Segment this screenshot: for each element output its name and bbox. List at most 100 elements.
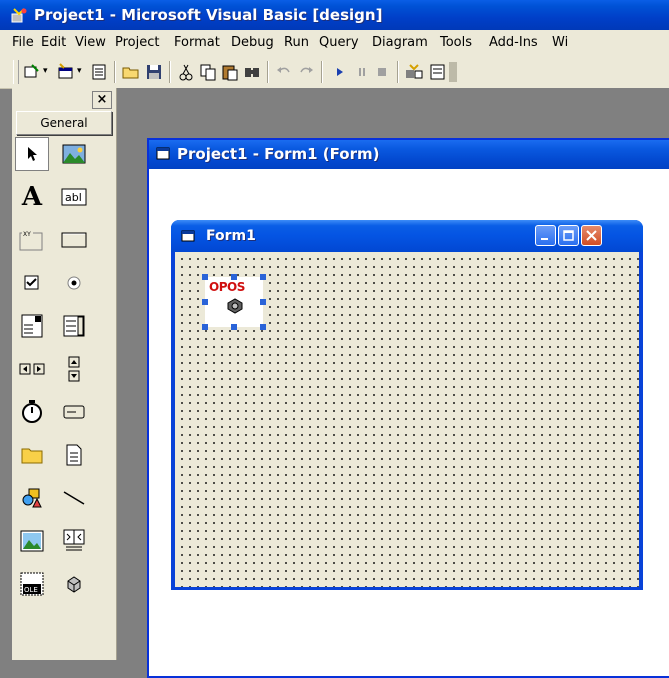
ole-icon: OLE xyxy=(20,572,44,596)
project-explorer-icon[interactable] xyxy=(404,62,424,82)
maximize-button[interactable] xyxy=(558,225,579,246)
listbox-icon xyxy=(63,315,85,337)
selection-handle[interactable] xyxy=(260,299,266,305)
tool-line[interactable] xyxy=(57,481,91,515)
menu-window[interactable]: Wi xyxy=(552,35,568,50)
line-icon xyxy=(63,491,85,505)
form1-window[interactable]: Form1 OPOS xyxy=(171,220,643,590)
add-form-dropdown-icon[interactable]: ▾ xyxy=(77,66,82,76)
form1-design-surface[interactable]: OPOS xyxy=(175,252,639,587)
selection-handle[interactable] xyxy=(260,324,266,330)
tool-data[interactable] xyxy=(57,524,91,558)
commandbutton-icon xyxy=(61,232,87,248)
form-designer-window: Project1 - Form1 (Form) Form1 OPOS xyxy=(147,138,669,678)
minimize-button[interactable] xyxy=(535,225,556,246)
pointer-icon xyxy=(28,147,37,161)
menu-run[interactable]: Run xyxy=(284,35,309,50)
shape-icon xyxy=(22,488,42,508)
form-icon xyxy=(181,230,195,242)
redo-icon[interactable] xyxy=(296,62,316,82)
selection-handle[interactable] xyxy=(231,274,237,280)
menu-file[interactable]: File xyxy=(12,35,34,50)
open-project-icon[interactable] xyxy=(121,62,141,82)
opos-logo-text: OPOS xyxy=(209,280,245,294)
tool-shape[interactable] xyxy=(15,481,49,515)
toolbox-tab-general[interactable]: General xyxy=(16,111,112,135)
tool-image[interactable] xyxy=(15,524,49,558)
copy-icon[interactable] xyxy=(198,62,218,82)
start-icon[interactable] xyxy=(330,62,350,82)
tool-custom-control[interactable] xyxy=(57,567,91,601)
svg-text:XY: XY xyxy=(23,231,31,238)
paste-icon[interactable] xyxy=(220,62,240,82)
custom-control-icon xyxy=(67,576,81,593)
selection-handle[interactable] xyxy=(202,274,208,280)
designer-title-bar[interactable]: Project1 - Form1 (Form) xyxy=(149,140,669,169)
tool-pointer[interactable] xyxy=(15,137,49,171)
designer-title: Project1 - Form1 (Form) xyxy=(177,145,380,163)
tool-dirlistbox[interactable] xyxy=(15,438,49,472)
close-button[interactable] xyxy=(581,225,602,246)
tool-picturebox[interactable] xyxy=(57,137,91,171)
selection-handle[interactable] xyxy=(202,324,208,330)
tool-textbox[interactable]: abl xyxy=(57,180,91,214)
menu-editor-icon[interactable] xyxy=(89,62,109,82)
combobox-icon xyxy=(21,314,43,338)
tool-filelistbox[interactable] xyxy=(57,438,91,472)
selection-handle[interactable] xyxy=(260,274,266,280)
toolbox-close-button[interactable]: × xyxy=(92,91,112,109)
properties-window-icon[interactable] xyxy=(428,62,448,82)
undo-icon[interactable] xyxy=(274,62,294,82)
toolbar-separator xyxy=(267,61,269,83)
timer-icon xyxy=(22,400,42,423)
vscrollbar-icon xyxy=(68,356,80,382)
menu-tools[interactable]: Tools xyxy=(440,35,472,50)
menu-debug[interactable]: Debug xyxy=(231,35,274,50)
menu-format[interactable]: Format xyxy=(174,35,220,50)
close-icon xyxy=(586,230,597,241)
end-icon[interactable] xyxy=(372,62,392,82)
add-project-dropdown-icon[interactable]: ▾ xyxy=(43,66,48,76)
break-icon[interactable] xyxy=(352,62,372,82)
tool-ole[interactable]: OLE xyxy=(15,567,49,601)
standard-toolbar: ▾ ▾ xyxy=(0,56,669,89)
tool-timer[interactable] xyxy=(15,395,49,429)
tool-hscrollbar[interactable] xyxy=(15,352,49,386)
tool-optionbutton[interactable] xyxy=(57,266,91,300)
toolbar-grip[interactable] xyxy=(13,60,19,84)
tool-drivelistbox[interactable] xyxy=(57,395,91,429)
svg-text:OLE: OLE xyxy=(24,586,38,594)
form1-title: Form1 xyxy=(206,228,256,244)
menu-diagram[interactable]: Diagram xyxy=(372,35,428,50)
form-window-icon xyxy=(156,147,170,160)
tool-vscrollbar[interactable] xyxy=(57,352,91,386)
opos-control[interactable]: OPOS xyxy=(205,277,263,327)
menu-project[interactable]: Project xyxy=(115,35,159,50)
add-project-icon[interactable] xyxy=(22,62,42,82)
menu-add-ins[interactable]: Add-Ins xyxy=(489,35,538,50)
find-icon[interactable] xyxy=(242,62,262,82)
tool-commandbutton[interactable] xyxy=(57,223,91,257)
folder-icon xyxy=(21,448,43,464)
cut-icon[interactable] xyxy=(176,62,196,82)
tool-checkbox[interactable] xyxy=(15,266,49,300)
add-form-icon[interactable] xyxy=(56,62,76,82)
menu-view[interactable]: View xyxy=(75,35,106,50)
maximize-icon xyxy=(563,230,574,241)
menu-query[interactable]: Query xyxy=(319,35,359,50)
tool-listbox[interactable] xyxy=(57,309,91,343)
menu-edit[interactable]: Edit xyxy=(41,35,66,50)
selection-handle[interactable] xyxy=(231,324,237,330)
hscrollbar-icon xyxy=(19,363,45,375)
save-project-icon[interactable] xyxy=(144,62,164,82)
toolbar-separator xyxy=(321,61,323,83)
tool-frame[interactable]: XY xyxy=(15,223,49,257)
ide-title-bar[interactable]: Project1 - Microsoft Visual Basic [desig… xyxy=(0,0,669,30)
toolbar-separator xyxy=(114,61,116,83)
label-icon: A xyxy=(21,182,43,212)
tool-combobox[interactable] xyxy=(15,309,49,343)
mdi-workspace: Project1 - Form1 (Form) Form1 OPOS xyxy=(117,88,669,678)
selection-handle[interactable] xyxy=(202,299,208,305)
form1-title-bar[interactable]: Form1 xyxy=(171,220,643,252)
tool-label[interactable]: A xyxy=(15,180,49,214)
